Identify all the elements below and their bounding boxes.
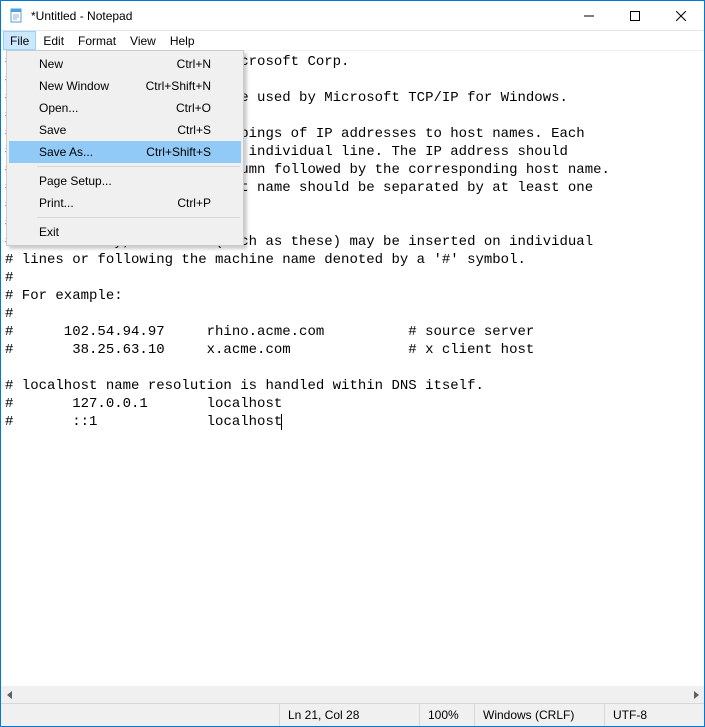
menu-format[interactable]: Format <box>71 31 123 50</box>
menu-item-shortcut: Ctrl+P <box>177 196 211 210</box>
menu-view[interactable]: View <box>123 31 163 50</box>
window-title: *Untitled - Notepad <box>31 9 566 23</box>
menu-item-shortcut: Ctrl+S <box>177 123 211 137</box>
menu-file[interactable]: File <box>3 31 36 50</box>
minimize-button[interactable] <box>566 1 612 30</box>
maximize-button[interactable] <box>612 1 658 30</box>
menu-item-label: Open... <box>39 101 176 115</box>
menu-edit[interactable]: Edit <box>36 31 71 50</box>
menu-item-label: New Window <box>39 79 146 93</box>
horizontal-scrollbar[interactable] <box>1 686 704 703</box>
file-menu-page-setup[interactable]: Page Setup... <box>9 170 241 192</box>
menubar: File Edit Format View Help <box>1 31 704 51</box>
menu-item-label: Save As... <box>39 145 146 159</box>
status-zoom: 100% <box>419 704 474 726</box>
menu-item-label: Print... <box>39 196 177 210</box>
menu-item-label: Exit <box>39 225 211 239</box>
close-button[interactable] <box>658 1 704 30</box>
menu-item-shortcut: Ctrl+Shift+N <box>146 79 211 93</box>
window-controls <box>566 1 704 30</box>
scroll-track[interactable] <box>18 686 687 703</box>
titlebar: *Untitled - Notepad <box>1 1 704 31</box>
file-menu-save[interactable]: Save Ctrl+S <box>9 119 241 141</box>
statusbar: Ln 21, Col 28 100% Windows (CRLF) UTF-8 <box>1 703 704 726</box>
menu-item-shortcut: Ctrl+O <box>176 101 211 115</box>
file-menu-new-window[interactable]: New Window Ctrl+Shift+N <box>9 75 241 97</box>
menu-separator <box>37 217 240 218</box>
file-menu-print[interactable]: Print... Ctrl+P <box>9 192 241 214</box>
status-line-ending: Windows (CRLF) <box>474 704 604 726</box>
menu-item-shortcut: Ctrl+N <box>177 57 211 71</box>
file-menu-open[interactable]: Open... Ctrl+O <box>9 97 241 119</box>
menu-item-label: New <box>39 57 177 71</box>
scroll-left-icon[interactable] <box>1 686 18 703</box>
file-menu-save-as[interactable]: Save As... Ctrl+Shift+S <box>9 141 241 163</box>
file-menu-exit[interactable]: Exit <box>9 221 241 243</box>
scroll-right-icon[interactable] <box>687 686 704 703</box>
file-menu-dropdown: New Ctrl+N New Window Ctrl+Shift+N Open.… <box>6 50 244 246</box>
file-menu-new[interactable]: New Ctrl+N <box>9 53 241 75</box>
menu-separator <box>37 166 240 167</box>
menu-item-shortcut: Ctrl+Shift+S <box>146 145 211 159</box>
notepad-icon <box>9 8 25 24</box>
status-position: Ln 21, Col 28 <box>279 704 419 726</box>
menu-item-label: Page Setup... <box>39 174 211 188</box>
status-encoding: UTF-8 <box>604 704 704 726</box>
menu-help[interactable]: Help <box>163 31 202 50</box>
menu-item-label: Save <box>39 123 177 137</box>
status-spacer <box>1 704 279 726</box>
